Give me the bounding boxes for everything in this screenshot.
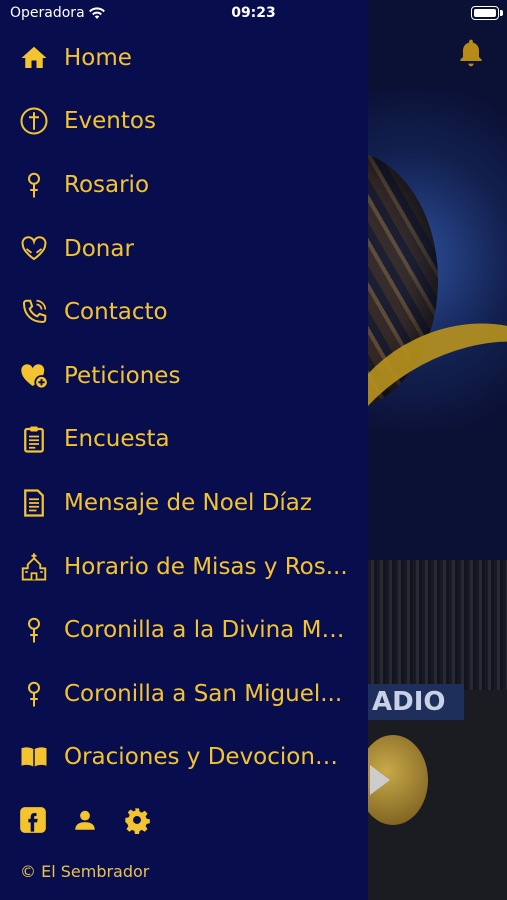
menu-item-label: Home	[64, 44, 132, 71]
radio-label: ADIO	[368, 684, 464, 720]
cross-circle-icon	[18, 105, 50, 137]
heart-hands-icon	[18, 233, 50, 265]
menu-item-label: Contacto	[64, 299, 168, 326]
menu-item-oraciones[interactable]: Oraciones y Devociona...	[0, 726, 368, 790]
user-icon[interactable]	[70, 804, 100, 836]
menu-item-coronilla-divina[interactable]: Coronilla a la Divina Mi...	[0, 598, 368, 662]
menu-item-contacto[interactable]: Contacto	[0, 280, 368, 344]
bell-icon[interactable]	[455, 36, 487, 70]
menu-item-home[interactable]: Home	[0, 26, 368, 90]
book-icon	[18, 741, 50, 773]
menu-item-rosario[interactable]: Rosario	[0, 153, 368, 217]
side-drawer: Home Eventos Rosario Donar Contacto Peti…	[0, 0, 368, 900]
menu-item-label: Coronilla a la Divina Mi...	[64, 617, 348, 644]
facebook-icon[interactable]	[18, 804, 48, 836]
crowd-image	[368, 560, 507, 690]
menu-item-label: Peticiones	[64, 362, 181, 389]
menu-item-eventos[interactable]: Eventos	[0, 90, 368, 154]
social-links	[18, 804, 152, 836]
clipboard-icon	[18, 423, 50, 455]
phone-icon	[18, 296, 50, 328]
menu-item-horario[interactable]: Horario de Misas y Ros...	[0, 535, 368, 599]
menu-item-label: Oraciones y Devociona...	[64, 744, 348, 771]
home-icon	[18, 42, 50, 74]
document-icon	[18, 487, 50, 519]
church-icon	[18, 551, 50, 583]
copyright-text: © El Sembrador	[20, 862, 150, 881]
menu-item-label: Mensaje de Noel Díaz	[64, 489, 312, 516]
battery-icon	[471, 6, 503, 20]
menu-item-peticiones[interactable]: Peticiones	[0, 344, 368, 408]
gear-icon[interactable]	[122, 804, 152, 836]
menu-item-label: Coronilla a San Miguel...	[64, 680, 343, 707]
menu-item-coronilla-san-miguel[interactable]: Coronilla a San Miguel...	[0, 662, 368, 726]
drawer-menu: Home Eventos Rosario Donar Contacto Peti…	[0, 26, 368, 789]
menu-item-mensaje[interactable]: Mensaje de Noel Díaz	[0, 471, 368, 535]
rosary-icon	[18, 678, 50, 710]
menu-item-label: Eventos	[64, 108, 156, 135]
menu-item-label: Encuesta	[64, 426, 170, 453]
menu-item-encuesta[interactable]: Encuesta	[0, 408, 368, 472]
menu-item-donar[interactable]: Donar	[0, 217, 368, 281]
rosary-icon	[18, 614, 50, 646]
status-bar: Operadora 09:23	[0, 0, 507, 28]
menu-item-label: Rosario	[64, 171, 150, 198]
menu-item-label: Horario de Misas y Ros...	[64, 553, 348, 580]
rosary-icon	[18, 169, 50, 201]
heart-plus-icon	[18, 360, 50, 392]
menu-item-label: Donar	[64, 235, 134, 262]
background-content: ADIO	[368, 0, 507, 900]
clock: 09:23	[231, 5, 276, 21]
